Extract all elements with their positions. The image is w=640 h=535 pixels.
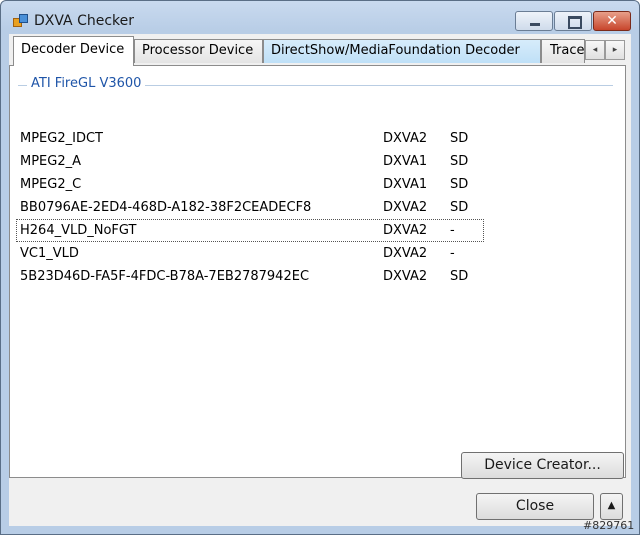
decoder-resolution: SD	[450, 269, 469, 284]
maximize-button[interactable]	[554, 11, 592, 31]
tab-decoder-device[interactable]: Decoder Device	[13, 36, 134, 66]
decoder-resolution: SD	[450, 154, 469, 169]
tab-trace[interactable]: Trace	[541, 39, 585, 63]
tab-scroll-left-button[interactable]: ◂	[585, 40, 605, 60]
tab-scroll-right-button[interactable]: ▸	[605, 40, 625, 60]
app-icon	[13, 14, 28, 27]
decoder-name: MPEG2_C	[20, 177, 82, 192]
close-icon: ✕	[606, 13, 618, 29]
decoder-resolution: SD	[450, 177, 469, 192]
decoder-row[interactable]: BB0796AE-2ED4-468D-A182-38F2CEADECF8 DXV…	[17, 197, 483, 218]
tab-directshow-mediafoundation-decoder[interactable]: DirectShow/MediaFoundation Decoder	[263, 39, 541, 63]
arrow-up-icon: ▲	[607, 500, 616, 511]
decoder-api: DXVA2	[383, 223, 428, 238]
decoder-api: DXVA2	[383, 131, 428, 146]
decoder-name: MPEG2_A	[20, 154, 82, 169]
decoder-api: DXVA1	[383, 154, 428, 169]
decoder-name: H264_VLD_NoFGT	[20, 223, 137, 238]
minimize-icon	[530, 23, 540, 26]
decoder-row-selected[interactable]: H264_VLD_NoFGT DXVA2 -	[16, 219, 484, 242]
decoder-api: DXVA1	[383, 177, 428, 192]
minimize-button[interactable]	[515, 11, 553, 31]
device-group-label: ATI FireGL V3600	[27, 76, 146, 91]
decoder-name: VC1_VLD	[20, 246, 79, 261]
chevron-left-icon: ◂	[592, 45, 598, 55]
decoder-resolution: SD	[450, 200, 469, 215]
decoder-row[interactable]: MPEG2_IDCT DXVA2 SD	[17, 128, 483, 149]
decoder-row[interactable]: MPEG2_A DXVA1 SD	[17, 151, 483, 172]
close-button[interactable]: Close	[476, 493, 594, 520]
app-window: DXVA Checker ✕ Decoder Device Processor …	[0, 0, 640, 535]
client-area: Decoder Device Processor Device DirectSh…	[9, 34, 631, 526]
tab-strip: Decoder Device Processor Device DirectSh…	[9, 34, 631, 66]
tab-processor-device[interactable]: Processor Device	[134, 39, 263, 63]
decoder-device-panel: ATI FireGL V3600 MPEG2_IDCT DXVA2 SD MPE…	[9, 65, 626, 478]
device-creator-button[interactable]: Device Creator...	[461, 452, 624, 479]
title-bar[interactable]: DXVA Checker ✕	[1, 1, 639, 35]
maximize-icon	[568, 16, 582, 29]
decoder-resolution: -	[450, 223, 455, 238]
decoder-row[interactable]: VC1_VLD DXVA2 -	[17, 243, 483, 264]
close-window-button[interactable]: ✕	[593, 11, 631, 31]
decoder-api: DXVA2	[383, 200, 428, 215]
decoder-api: DXVA2	[383, 269, 428, 284]
decoder-row[interactable]: MPEG2_C DXVA1 SD	[17, 174, 483, 195]
decoder-name: BB0796AE-2ED4-468D-A182-38F2CEADECF8	[20, 200, 312, 215]
decoder-api: DXVA2	[383, 246, 428, 261]
watermark-text: #829761	[583, 519, 635, 532]
decoder-resolution: SD	[450, 131, 469, 146]
decoder-name: MPEG2_IDCT	[20, 131, 103, 146]
window-title: DXVA Checker	[34, 13, 135, 29]
decoder-row[interactable]: 5B23D46D-FA5F-4FDC-B78A-7EB2787942EC DXV…	[17, 266, 483, 287]
expand-up-button[interactable]: ▲	[600, 493, 623, 520]
chevron-right-icon: ▸	[612, 45, 618, 55]
decoder-name: 5B23D46D-FA5F-4FDC-B78A-7EB2787942EC	[20, 269, 310, 284]
decoder-resolution: -	[450, 246, 455, 261]
